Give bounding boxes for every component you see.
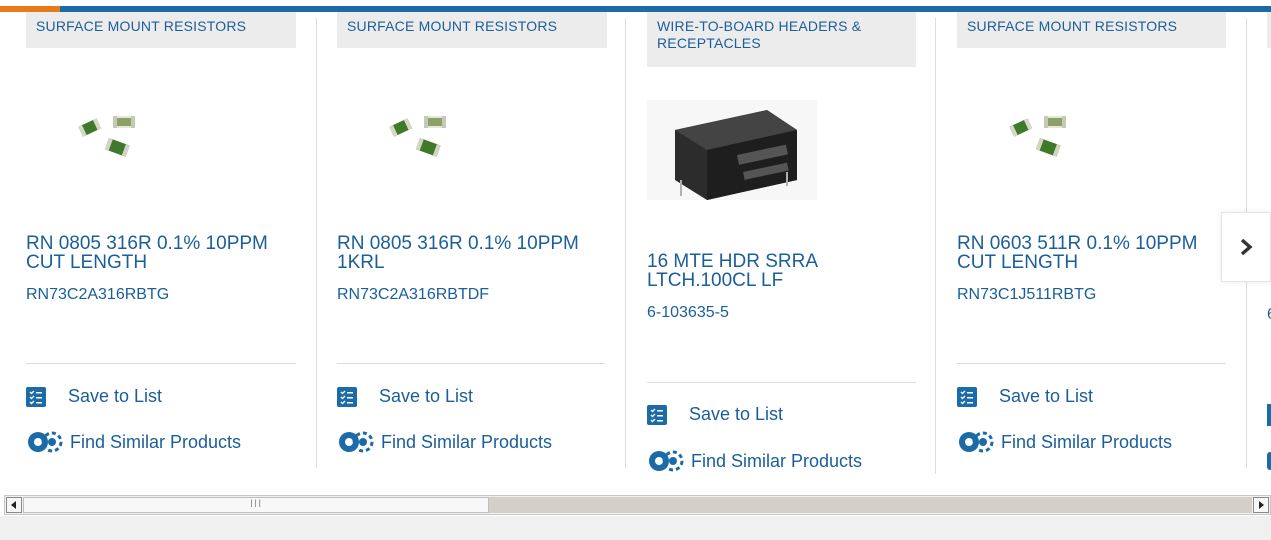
- category-label-partial: [1267, 12, 1271, 48]
- find-similar-label: Find Similar Products: [1001, 431, 1173, 452]
- card-divider: [316, 18, 317, 468]
- category-label[interactable]: SURFACE MOUNT RESISTORS: [957, 12, 1226, 48]
- find-similar-label: Find Similar Products: [691, 450, 863, 471]
- gears-icon: [957, 430, 997, 454]
- header-connector-image[interactable]: [647, 100, 817, 205]
- scrollbar-grip: III: [250, 498, 263, 510]
- save-to-list-button[interactable]: Save to List: [337, 386, 473, 407]
- save-to-list-button[interactable]: Save to List: [647, 404, 783, 425]
- find-similar-products-button[interactable]: Find Similar Products: [957, 430, 1172, 454]
- product-carousel: SURFACE MOUNT RESISTORS RN 0805 316R 0.1…: [0, 12, 1271, 492]
- scrollbar-thumb[interactable]: III: [23, 497, 489, 513]
- carousel-next-button[interactable]: [1221, 212, 1271, 282]
- card-separator: [647, 382, 916, 383]
- page-footer-area: [0, 516, 1271, 540]
- gears-icon: [647, 449, 687, 473]
- save-to-list-button[interactable]: Save to List: [957, 386, 1093, 407]
- find-similar-label: Find Similar Products: [70, 431, 242, 452]
- gears-icon[interactable]: [1267, 452, 1271, 470]
- part-number-fragment[interactable]: 6: [1267, 306, 1271, 324]
- horizontal-scrollbar[interactable]: III: [4, 495, 1271, 515]
- part-number-link[interactable]: RN73C2A316RBTG: [26, 286, 169, 304]
- part-number-link[interactable]: RN73C2A316RBTDF: [337, 286, 489, 304]
- find-similar-products-button[interactable]: Find Similar Products: [337, 430, 552, 454]
- product-card: SURFACE MOUNT RESISTORS RN 0805 316R 0.1…: [26, 12, 317, 492]
- product-name-link[interactable]: 16 MTE HDR SRRA LTCH.100CL LF: [647, 252, 887, 290]
- category-label[interactable]: SURFACE MOUNT RESISTORS: [26, 12, 296, 48]
- checklist-icon: [957, 386, 977, 407]
- product-name-link[interactable]: RN 0805 316R 0.1% 10PPM 1KRL: [337, 234, 617, 272]
- smd-resistors-image[interactable]: [1007, 108, 1077, 173]
- checklist-icon: [337, 386, 357, 407]
- save-to-list-button[interactable]: Save to List: [26, 386, 162, 407]
- save-to-list-label: Save to List: [68, 386, 163, 406]
- find-similar-label: Find Similar Products: [381, 431, 553, 452]
- category-label[interactable]: WIRE-TO-BOARD HEADERS & RECEPTACLES: [647, 12, 916, 67]
- gears-icon: [337, 430, 377, 454]
- card-separator: [26, 363, 296, 364]
- product-card: WIRE-TO-BOARD HEADERS & RECEPTACLES 16 M…: [647, 12, 936, 492]
- find-similar-products-button[interactable]: Find Similar Products: [26, 430, 241, 454]
- find-similar-products-button[interactable]: Find Similar Products: [647, 449, 862, 473]
- smd-resistors-image[interactable]: [387, 108, 457, 173]
- product-card: SURFACE MOUNT RESISTORS RN 0603 511R 0.1…: [957, 12, 1247, 492]
- product-name-link[interactable]: RN 0805 316R 0.1% 10PPM CUT LENGTH: [26, 234, 311, 272]
- scroll-right-arrow[interactable]: [1253, 497, 1269, 513]
- checklist-icon: [26, 386, 46, 407]
- card-divider: [625, 18, 626, 468]
- card-separator: [957, 363, 1226, 364]
- checklist-icon: [647, 404, 667, 425]
- category-label[interactable]: SURFACE MOUNT RESISTORS: [337, 12, 607, 48]
- product-name-link[interactable]: RN 0603 511R 0.1% 10PPM CUT LENGTH: [957, 234, 1227, 272]
- chevron-right-icon: [1240, 238, 1253, 256]
- smd-resistors-image[interactable]: [76, 108, 146, 173]
- part-number-link[interactable]: RN73C1J511RBTG: [957, 286, 1096, 304]
- gears-icon: [26, 430, 66, 454]
- scroll-left-arrow[interactable]: [6, 497, 22, 513]
- product-card: SURFACE MOUNT RESISTORS RN 0805 316R 0.1…: [337, 12, 626, 492]
- card-divider: [935, 18, 936, 474]
- part-number-link[interactable]: 6-103635-5: [647, 304, 729, 322]
- save-to-list-label: Save to List: [689, 404, 784, 424]
- scrollbar-track[interactable]: [489, 497, 1252, 513]
- save-to-list-label: Save to List: [999, 386, 1094, 406]
- checklist-icon[interactable]: [1267, 404, 1271, 426]
- card-separator: [337, 363, 605, 364]
- save-to-list-label: Save to List: [379, 386, 474, 406]
